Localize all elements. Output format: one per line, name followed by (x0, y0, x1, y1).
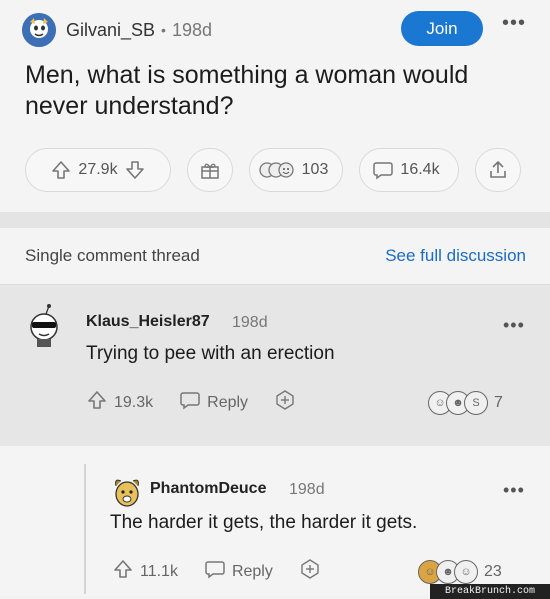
comment-author[interactable]: PhantomDeuce (150, 480, 266, 498)
comment-author[interactable]: Klaus_Heisler87 (86, 313, 210, 331)
comment-body: The harder it gets, the harder it gets. (110, 512, 418, 533)
reply-label: Reply (207, 393, 249, 411)
award-button[interactable] (274, 389, 296, 416)
silver-award-icon: S (464, 391, 488, 415)
reply-bubble-icon (204, 558, 226, 585)
commenter-avatar[interactable] (24, 303, 64, 347)
section-divider (0, 212, 550, 228)
post-actions-bar: 27.9k 103 16.4k (25, 148, 521, 194)
comment-awards[interactable]: ☺ ☻ ☺ 23 (418, 560, 502, 584)
upvote-arrow-icon[interactable] (86, 389, 108, 416)
award-icon: ☺ (454, 560, 478, 584)
comment-actions: 11.1k Reply (112, 558, 347, 585)
more-options-icon[interactable]: ••• (503, 315, 525, 336)
comment-bubble-icon (372, 159, 394, 181)
join-button[interactable]: Join (401, 11, 483, 46)
post-awards-count: 103 (301, 161, 329, 178)
downvote-arrow-icon[interactable] (124, 159, 146, 181)
reply-label: Reply (231, 562, 273, 580)
award-plus-icon (274, 389, 296, 416)
reddit-thread-page: Gilvani_SB • 198d Join ••• Men, what is … (0, 0, 550, 599)
comments-button[interactable]: 16.4k (359, 148, 459, 192)
vote-pill: 27.9k (25, 148, 171, 192)
award-button[interactable] (299, 558, 321, 585)
reply-bubble-icon (179, 389, 201, 416)
reply-button[interactable]: Reply (179, 389, 248, 416)
award-plus-icon (299, 558, 321, 585)
comment-age: 198d (289, 481, 325, 498)
share-icon (487, 159, 509, 181)
more-options-icon[interactable]: ••• (502, 12, 526, 35)
thread-header: Single comment thread See full discussio… (0, 228, 550, 284)
comment-upvote-count: 11.1k (140, 562, 178, 580)
gift-award-button[interactable] (187, 148, 233, 192)
comment-highlighted: Klaus_Heisler87 198d ••• Trying to pee w… (0, 284, 550, 447)
comments-count: 16.4k (400, 161, 440, 178)
share-button[interactable] (475, 148, 521, 192)
upvote-arrow-icon[interactable] (50, 159, 72, 181)
comment-awards[interactable]: ☺ ☻ S 7 (428, 391, 503, 415)
more-options-icon[interactable]: ••• (503, 480, 525, 501)
post-username[interactable]: Gilvani_SB (66, 20, 155, 41)
comment-body: Trying to pee with an erection (86, 343, 335, 364)
comment-reply: PhantomDeuce 198d ••• The harder it gets… (0, 446, 550, 596)
comment-actions: 19.3k Reply (86, 389, 322, 416)
post-header: Gilvani_SB • 198d (22, 12, 212, 48)
comment-awards-count: 7 (494, 394, 503, 411)
post-age: 198d (171, 19, 212, 40)
post-title[interactable]: Men, what is something a woman would nev… (25, 60, 535, 122)
award-faces-icon (258, 159, 296, 181)
comment-upvote[interactable]: 11.1k (112, 558, 178, 585)
post-card: Gilvani_SB • 198d Join ••• Men, what is … (0, 0, 550, 212)
gift-icon (199, 159, 221, 181)
upvote-arrow-icon[interactable] (112, 558, 134, 585)
user-avatar[interactable] (22, 13, 56, 47)
comment-upvote-count: 19.3k (114, 393, 154, 411)
watermark: BreakBrunch.com (430, 584, 550, 599)
separator-dot: • (161, 22, 166, 38)
see-full-discussion-link[interactable]: See full discussion (385, 246, 526, 266)
comment-upvote[interactable]: 19.3k (86, 389, 153, 416)
thread-label: Single comment thread (25, 246, 200, 265)
comment-awards-count: 23 (484, 563, 502, 580)
commenter-avatar[interactable] (110, 474, 144, 510)
post-awards[interactable]: 103 (249, 148, 343, 192)
thread-line[interactable] (84, 464, 86, 594)
post-upvote-count: 27.9k (78, 161, 118, 178)
comment-age: 198d (232, 314, 268, 331)
reply-button[interactable]: Reply (204, 558, 273, 585)
